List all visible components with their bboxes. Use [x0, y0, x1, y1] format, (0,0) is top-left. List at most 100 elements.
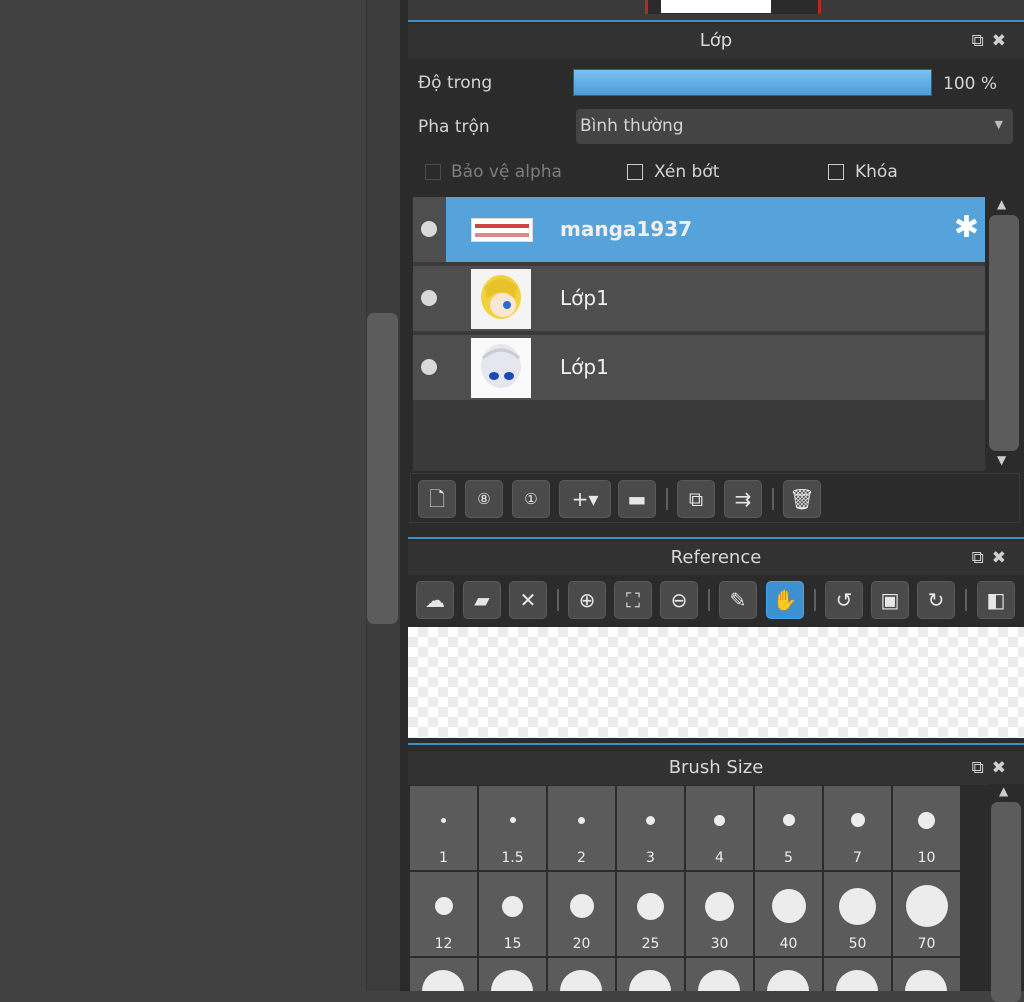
zoom-in-icon[interactable]: ⊕ — [568, 581, 606, 619]
layer-name: Lớp1 — [560, 355, 609, 379]
brush-size-cell[interactable]: 7 — [824, 786, 891, 870]
folder-icon[interactable]: ▬ — [618, 480, 656, 518]
zoom-out-icon[interactable]: ⊖ — [660, 581, 698, 619]
popout-icon[interactable]: ⧉ — [972, 548, 992, 568]
brush-size-label: 40 — [779, 936, 798, 952]
brush-size-scrollbar[interactable]: ▲ — [988, 784, 1024, 1002]
reference-canvas[interactable] — [408, 627, 1024, 738]
brush-size-cell[interactable]: 1.5 — [479, 786, 546, 870]
delete-layer-icon[interactable]: 🗑 — [783, 480, 821, 518]
reset-view-icon[interactable]: ▣ — [871, 581, 909, 619]
brush-size-cell[interactable] — [479, 958, 546, 991]
brush-size-cell[interactable]: 25 — [617, 872, 684, 956]
toolbar-separator — [814, 589, 816, 611]
flip-horizontal-icon[interactable]: ◧ — [977, 581, 1015, 619]
reference-toolbar: ☁ ▰ ✕ ⊕ ⛶ ⊖ ✎ ✋ ↺ ▣ ↻ ◧ — [408, 576, 1024, 626]
brush-size-cell[interactable] — [824, 958, 891, 991]
brush-size-cell[interactable] — [755, 958, 822, 991]
brush-size-dot — [560, 970, 602, 991]
brush-size-cell[interactable]: 12 — [410, 872, 477, 956]
rotate-left-icon[interactable]: ↺ — [825, 581, 863, 619]
clipping-checkbox[interactable] — [627, 164, 643, 180]
brush-size-dot — [698, 970, 740, 991]
scroll-up-icon[interactable]: ▲ — [997, 197, 1006, 211]
layer-thumbnail — [471, 218, 533, 242]
brush-size-cell[interactable]: 20 — [548, 872, 615, 956]
brush-size-cell[interactable] — [548, 958, 615, 991]
visibility-dot-icon — [421, 359, 437, 375]
brush-size-dot — [441, 817, 446, 823]
panel-separator — [408, 743, 1024, 745]
eyedropper-icon[interactable]: ✎ — [719, 581, 757, 619]
layer-toolbar: 🗋 ⑧ ① +▾ ▬ ⧉ ⇉ 🗑 — [410, 473, 1020, 523]
brush-size-dot — [714, 814, 725, 826]
brush-size-cell[interactable]: 3 — [617, 786, 684, 870]
panel-divider[interactable] — [400, 0, 408, 991]
merge-layer-icon[interactable]: ⇉ — [724, 480, 762, 518]
protect-alpha-checkbox[interactable] — [425, 164, 441, 180]
close-icon[interactable]: ✖ — [992, 31, 1014, 51]
close-icon[interactable]: ✖ — [992, 548, 1014, 568]
layer-row-main[interactable]: manga1937 ✱ — [446, 197, 985, 262]
clipping-label: Xén bớt — [654, 162, 720, 182]
add-layer-menu-icon[interactable]: +▾ — [559, 480, 611, 518]
rotate-right-icon[interactable]: ↻ — [917, 581, 955, 619]
layer-visibility-toggle[interactable] — [413, 197, 446, 262]
hand-tool-icon[interactable]: ✋ — [766, 581, 804, 619]
layer-thumbnail — [471, 269, 531, 329]
brush-size-cell[interactable]: 5 — [755, 786, 822, 870]
brush-size-panel-header-icons: ⧉✖ — [972, 751, 1014, 785]
canvas-scrollbar-thumb[interactable] — [367, 313, 398, 624]
new-8bit-layer-icon[interactable]: ⑧ — [465, 480, 503, 518]
brush-size-cell[interactable] — [893, 958, 960, 991]
scroll-up-icon[interactable]: ▲ — [999, 784, 1008, 798]
brush-size-cell[interactable] — [686, 958, 753, 991]
toolbar-separator — [965, 589, 967, 611]
canvas-area[interactable] — [0, 0, 366, 991]
layer-row-main[interactable]: Lớp1 — [446, 266, 985, 331]
brush-size-cell[interactable] — [617, 958, 684, 991]
brush-scrollbar-thumb[interactable] — [991, 802, 1021, 1002]
layer-row-main[interactable]: Lớp1 — [446, 335, 985, 400]
layer-row[interactable]: manga1937 ✱ — [413, 197, 985, 264]
brush-size-cell[interactable]: 4 — [686, 786, 753, 870]
brush-size-cell[interactable]: 70 — [893, 872, 960, 956]
layer-thumbnail — [471, 338, 531, 398]
brush-size-cell[interactable]: 2 — [548, 786, 615, 870]
layer-scrollbar-thumb[interactable] — [989, 215, 1019, 451]
brush-size-dot — [637, 892, 664, 920]
brush-size-cell[interactable]: 30 — [686, 872, 753, 956]
close-icon[interactable]: ✖ — [992, 758, 1014, 778]
brush-size-dot — [569, 894, 594, 918]
settings-gear-icon[interactable]: ✱ — [954, 213, 979, 243]
layer-list-scrollbar[interactable]: ▲ ▼ — [986, 197, 1022, 471]
lock-checkbox[interactable] — [828, 164, 844, 180]
brush-size-cell[interactable] — [410, 958, 477, 991]
close-reference-icon[interactable]: ✕ — [509, 581, 547, 619]
popout-icon[interactable]: ⧉ — [972, 758, 992, 778]
duplicate-layer-icon[interactable]: ⧉ — [677, 480, 715, 518]
blend-mode-select[interactable]: Bình thường ▼ — [576, 109, 1013, 144]
brush-size-dot — [839, 887, 876, 925]
layer-visibility-toggle[interactable] — [413, 335, 446, 400]
brush-size-cell[interactable]: 10 — [893, 786, 960, 870]
opacity-slider[interactable] — [573, 69, 932, 96]
layer-row[interactable]: Lớp1 — [413, 266, 985, 333]
popout-icon[interactable]: ⧉ — [972, 31, 992, 51]
cloud-open-icon[interactable]: ☁ — [416, 581, 454, 619]
layer-visibility-toggle[interactable] — [413, 266, 446, 331]
brush-size-label: 2 — [577, 850, 586, 866]
brush-size-dot — [422, 970, 464, 991]
blend-mode-value: Bình thường — [580, 116, 684, 136]
brush-size-cell[interactable]: 40 — [755, 872, 822, 956]
scroll-down-icon[interactable]: ▼ — [997, 453, 1006, 467]
new-1bit-layer-icon[interactable]: ① — [512, 480, 550, 518]
open-folder-icon[interactable]: ▰ — [463, 581, 501, 619]
brush-size-cell[interactable]: 15 — [479, 872, 546, 956]
fit-screen-icon[interactable]: ⛶ — [614, 581, 652, 619]
brush-size-cell[interactable]: 50 — [824, 872, 891, 956]
layer-row[interactable]: Lớp1 — [413, 335, 985, 402]
brush-size-cell[interactable]: 1 — [410, 786, 477, 870]
new-layer-icon[interactable]: 🗋 — [418, 480, 456, 518]
layer-name: manga1937 — [560, 217, 693, 241]
